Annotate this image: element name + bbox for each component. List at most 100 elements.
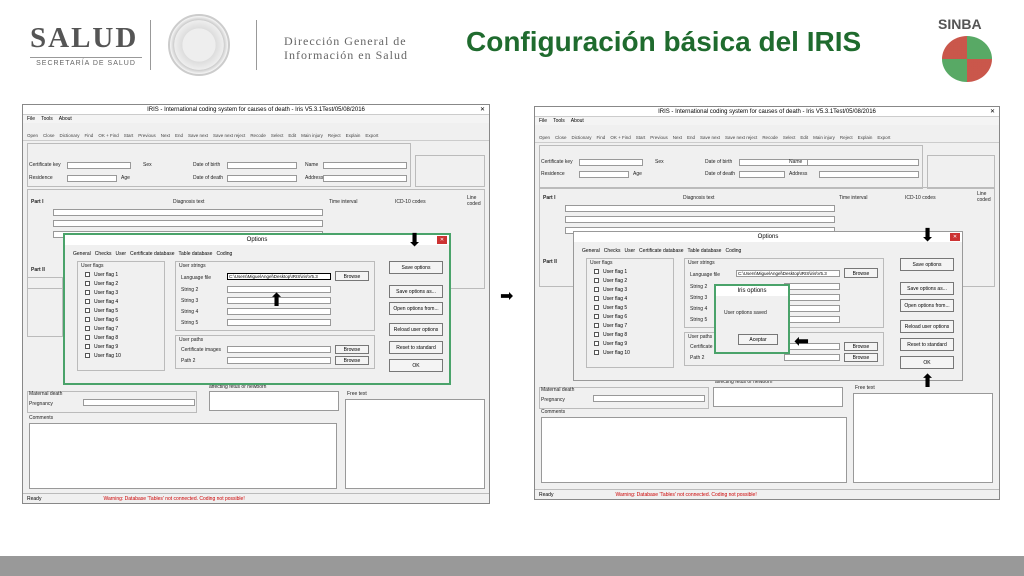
browse-cert-button[interactable]: Browse (335, 345, 369, 354)
reset-to-standard-button[interactable]: Reset to standard (389, 341, 443, 354)
tab-table-database[interactable]: Table database (179, 251, 213, 257)
toolbar-ok-find[interactable]: OK + Find (610, 135, 630, 140)
flag-4[interactable]: User flag 4 (85, 298, 121, 307)
flag-9[interactable]: User flag 9 (594, 340, 630, 349)
toolbar-close[interactable]: Close (555, 135, 567, 140)
flag-7[interactable]: User flag 7 (594, 322, 630, 331)
diag-line-b[interactable] (565, 216, 835, 223)
tab-certificate-database[interactable]: Certificate database (639, 248, 683, 254)
toolbar-start[interactable]: Start (636, 135, 646, 140)
residence-field[interactable] (579, 171, 629, 178)
reload-user-options-button[interactable]: Reload user options (389, 323, 443, 336)
close-icon[interactable]: ✕ (950, 233, 960, 241)
name-field[interactable] (807, 159, 919, 166)
flag-2[interactable]: User flag 2 (85, 280, 121, 289)
string3-field[interactable] (784, 294, 840, 301)
pregnancy-select[interactable] (83, 399, 195, 406)
language-file-field[interactable]: C:\Users\MiguelAngel\Desktop\IRIS\iris\V… (736, 270, 840, 277)
save-options-button[interactable]: Save options (389, 261, 443, 274)
open-options-from-button[interactable]: Open options from... (900, 299, 954, 312)
reset-to-standard-button[interactable]: Reset to standard (900, 338, 954, 351)
cert-key-field[interactable] (67, 162, 131, 169)
tab-user[interactable]: User (624, 248, 635, 254)
ok-button[interactable]: OK (389, 359, 443, 372)
ok-button[interactable]: OK (900, 356, 954, 369)
string5-field[interactable] (227, 319, 331, 326)
toolbar-close[interactable]: Close (43, 133, 55, 138)
tab-user[interactable]: User (115, 251, 126, 257)
flag-9[interactable]: User flag 9 (85, 343, 121, 352)
diag-line-a[interactable] (565, 205, 835, 212)
dod-field[interactable] (739, 171, 785, 178)
affecting-field[interactable] (713, 387, 843, 407)
string2-field[interactable] (784, 283, 840, 290)
menu-file[interactable]: File (27, 116, 35, 122)
toolbar-export[interactable]: Export (365, 133, 378, 138)
language-file-field[interactable]: C:\Users\MiguelAngel\Desktop\IRIS\iris\V… (227, 273, 331, 280)
residence-field[interactable] (67, 175, 117, 182)
toolbar-edit[interactable]: Edit (288, 133, 296, 138)
flag-2[interactable]: User flag 2 (594, 277, 630, 286)
free-text-field[interactable] (853, 393, 993, 483)
flag-6[interactable]: User flag 6 (85, 316, 121, 325)
toolbar-dictionary[interactable]: Dictionary (60, 133, 80, 138)
close-icon[interactable]: ✕ (990, 107, 995, 117)
browse-language-button[interactable]: Browse (335, 271, 369, 281)
affecting-field[interactable] (209, 391, 339, 411)
toolbar-select[interactable]: Select (271, 133, 284, 138)
flag-3[interactable]: User flag 3 (85, 289, 121, 298)
flag-10[interactable]: User flag 10 (85, 352, 121, 361)
dob-field[interactable] (227, 162, 297, 169)
tab-coding[interactable]: Coding (216, 251, 232, 257)
flag-5[interactable]: User flag 5 (594, 304, 630, 313)
path2-field[interactable] (784, 354, 840, 361)
toolbar-end[interactable]: End (175, 133, 183, 138)
tab-checks[interactable]: Checks (95, 251, 112, 257)
toolbar-explain[interactable]: Explain (346, 133, 361, 138)
flag-6[interactable]: User flag 6 (594, 313, 630, 322)
browse-path2-button[interactable]: Browse (335, 356, 369, 365)
cert-images-field[interactable] (227, 346, 331, 353)
toolbar-find[interactable]: Find (597, 135, 606, 140)
toolbar-next[interactable]: Next (161, 133, 170, 138)
toolbar-ok-find[interactable]: OK + Find (98, 133, 118, 138)
toolbar-next[interactable]: Next (673, 135, 682, 140)
browse-cert-button[interactable]: Browse (844, 342, 878, 351)
toolbar-explain[interactable]: Explain (858, 135, 873, 140)
flag-8[interactable]: User flag 8 (85, 334, 121, 343)
tab-certificate-database[interactable]: Certificate database (130, 251, 174, 257)
tab-coding[interactable]: Coding (725, 248, 741, 254)
tab-checks[interactable]: Checks (604, 248, 621, 254)
flag-1[interactable]: User flag 1 (594, 268, 630, 277)
toolbar-open[interactable]: Open (539, 135, 550, 140)
menu-tools[interactable]: Tools (41, 116, 53, 122)
toolbar-start[interactable]: Start (124, 133, 134, 138)
toolbar-edit[interactable]: Edit (800, 135, 808, 140)
toolbar-save-next[interactable]: Save next (700, 135, 720, 140)
toolbar-save-next-reject[interactable]: Save next reject (725, 135, 757, 140)
toolbar-dictionary[interactable]: Dictionary (572, 135, 592, 140)
toolbar-main-injury[interactable]: Main injury (301, 133, 323, 138)
reload-user-options-button[interactable]: Reload user options (900, 320, 954, 333)
aceptar-button[interactable]: Aceptar (738, 334, 778, 345)
toolbar-select[interactable]: Select (783, 135, 796, 140)
flag-5[interactable]: User flag 5 (85, 307, 121, 316)
flag-1[interactable]: User flag 1 (85, 271, 121, 280)
toolbar-end[interactable]: End (687, 135, 695, 140)
flag-3[interactable]: User flag 3 (594, 286, 630, 295)
toolbar-export[interactable]: Export (877, 135, 890, 140)
toolbar-previous[interactable]: Previous (650, 135, 668, 140)
comments-field[interactable] (541, 417, 847, 483)
toolbar-save-next[interactable]: Save next (188, 133, 208, 138)
menu-tools[interactable]: Tools (553, 118, 565, 124)
toolbar-open[interactable]: Open (27, 133, 38, 138)
string4-field[interactable] (784, 305, 840, 312)
diag-line-b[interactable] (53, 220, 323, 227)
menu-file[interactable]: File (539, 118, 547, 124)
save-options-as-button[interactable]: Save options as... (900, 282, 954, 295)
string5-field[interactable] (784, 316, 840, 323)
cert-images-field[interactable] (784, 343, 840, 350)
menu-about[interactable]: About (59, 116, 72, 122)
toolbar-recode[interactable]: Recode (250, 133, 266, 138)
tab-general[interactable]: General (582, 248, 600, 254)
